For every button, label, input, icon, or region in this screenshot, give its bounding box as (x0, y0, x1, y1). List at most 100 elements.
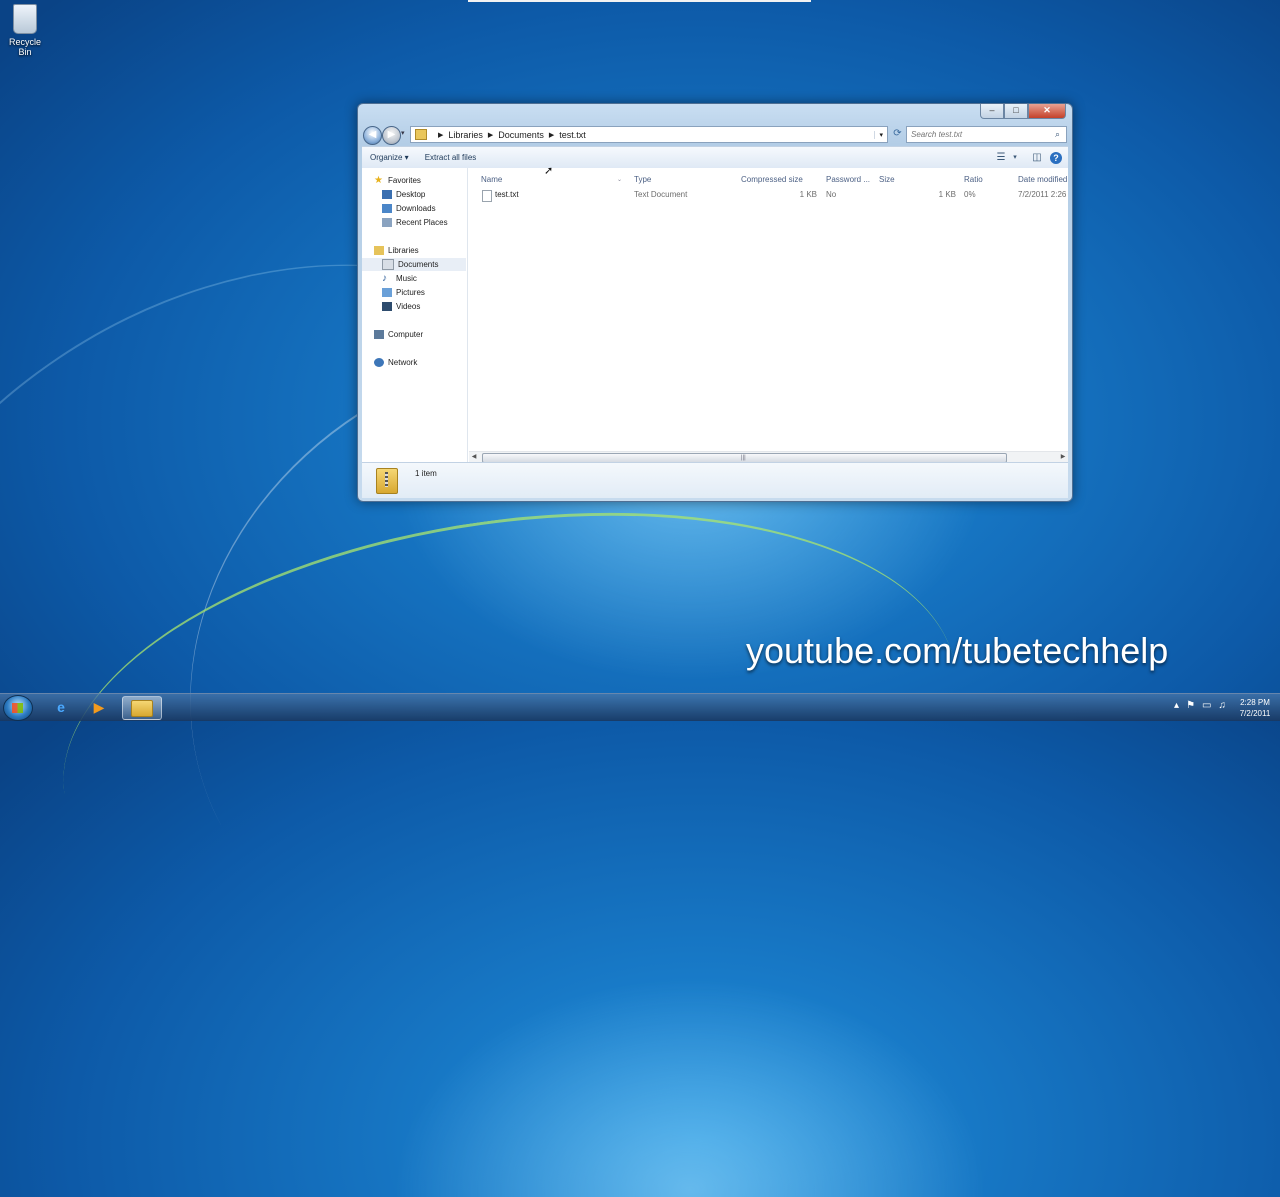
column-header-size[interactable]: Size (879, 173, 895, 187)
watermark-text: youtube.com/tubetechhelp (746, 630, 1169, 671)
file-compressed-size: 1 KB (799, 190, 817, 199)
chevron-right-icon[interactable]: ▶ (488, 131, 493, 139)
desktop-icon-recycle-bin[interactable]: Recycle Bin (2, 4, 48, 57)
column-header-date-modified[interactable]: Date modified (1018, 173, 1067, 187)
file-ratio: 0% (964, 190, 976, 199)
breadcrumb-libraries[interactable]: Libraries (448, 130, 483, 140)
breadcrumb-documents[interactable]: Documents (498, 130, 544, 140)
nav-music-label: Music (396, 274, 417, 283)
star-icon: ★ (374, 175, 383, 186)
taskbar: e ▶ ▴ ⚑ ▭ ♫ 2:28 PM 7/2/2011 (0, 693, 1280, 721)
navigation-pane: ★ Favorites Desktop Downloads Recent Pla… (362, 168, 468, 468)
back-button[interactable]: ◀ (363, 126, 382, 145)
table-row[interactable]: test.txt Text Document 1 KB No 1 KB 0% 7… (469, 188, 1068, 202)
column-header-ratio[interactable]: Ratio (964, 173, 983, 187)
preview-pane-icon[interactable]: ◫ (1028, 150, 1046, 165)
mouse-cursor-icon: ➚ (544, 165, 554, 177)
wallpaper-swoosh (34, 459, 986, 1004)
command-bar: Organize ▾ Extract all files ☰ ▾ ◫ ? (362, 146, 1068, 169)
recent-places-icon (382, 218, 392, 227)
column-header-type[interactable]: Type (634, 173, 651, 187)
nav-documents[interactable]: Documents (362, 258, 466, 271)
nav-libraries[interactable]: Libraries (374, 244, 419, 257)
notification-area: ▴ ⚑ ▭ ♫ (1174, 700, 1226, 711)
taskbar-internet-explorer[interactable]: e (42, 696, 80, 718)
nav-desktop[interactable]: Desktop (382, 188, 425, 201)
grip-icon: ||| (741, 455, 746, 461)
content-area: ★ Favorites Desktop Downloads Recent Pla… (362, 168, 1068, 468)
refresh-icon[interactable]: ⟳ (890, 126, 905, 141)
nav-downloads-label: Downloads (396, 204, 436, 213)
clock-time: 2:28 PM (1240, 698, 1270, 707)
nav-network[interactable]: Network (374, 356, 417, 369)
downloads-icon (382, 204, 392, 213)
breadcrumb-test-txt[interactable]: test.txt (559, 130, 586, 140)
address-dropdown[interactable]: ▾ (874, 130, 887, 139)
taskbar-windows-explorer[interactable] (122, 696, 162, 720)
recycle-bin-label: Recycle Bin (8, 37, 41, 57)
forward-button[interactable]: ▶ (382, 126, 401, 145)
explorer-window: – □ ✕ ◀ ▶ ▾ ▶ Libraries ▶ Documents ▶ te… (357, 103, 1073, 502)
file-name: test.txt (495, 190, 519, 199)
view-options-icon[interactable]: ☰ (992, 150, 1010, 165)
documents-icon (382, 259, 394, 270)
computer-icon (374, 330, 384, 339)
nav-videos[interactable]: Videos (382, 300, 420, 313)
file-password: No (826, 190, 837, 199)
view-dropdown-icon[interactable]: ▾ (1010, 150, 1020, 165)
start-button[interactable] (3, 695, 33, 721)
nav-computer[interactable]: Computer (374, 328, 423, 341)
nav-pictures[interactable]: Pictures (382, 286, 425, 299)
clock[interactable]: 2:28 PM 7/2/2011 (1230, 694, 1280, 721)
volume-icon[interactable]: ♫ (1219, 700, 1227, 711)
nav-favorites[interactable]: ★ Favorites (374, 174, 421, 187)
column-header-name[interactable]: Name (481, 173, 502, 187)
column-header-compressed-size[interactable]: Compressed size (741, 173, 803, 187)
chevron-right-icon[interactable]: ▶ (438, 131, 443, 139)
item-count: 1 item (415, 469, 437, 478)
close-button[interactable]: ✕ (1028, 104, 1066, 119)
recycle-bin-icon (13, 4, 37, 34)
column-header-password[interactable]: Password ... (826, 173, 870, 187)
videos-icon (382, 302, 392, 311)
nav-recent-places[interactable]: Recent Places (382, 216, 448, 229)
nav-documents-label: Documents (398, 260, 439, 269)
media-player-icon: ▶ (93, 698, 105, 715)
search-input[interactable] (907, 130, 1055, 139)
zip-folder-icon (376, 468, 398, 494)
search-icon[interactable]: ⌕ (1055, 129, 1060, 140)
taskbar-media-player[interactable]: ▶ (80, 696, 118, 718)
file-type: Text Document (634, 190, 688, 199)
action-center-icon[interactable]: ⚑ (1186, 700, 1195, 711)
file-list: Name ⌄ Type Compressed size Password ...… (469, 168, 1068, 468)
folder-icon (131, 699, 153, 717)
extract-all-button[interactable]: Extract all files (417, 148, 485, 167)
organize-button[interactable]: Organize ▾ (362, 148, 417, 167)
breadcrumb: ▶ Libraries ▶ Documents ▶ test.txt (433, 130, 586, 140)
file-size: 1 KB (938, 190, 956, 199)
search-box[interactable]: ⌕ (906, 126, 1067, 143)
clock-date: 7/2/2011 (1239, 709, 1271, 718)
network-icon (374, 358, 384, 367)
nav-recent-places-label: Recent Places (396, 218, 448, 227)
nav-music[interactable]: ♪ Music (382, 272, 417, 285)
chevron-right-icon[interactable]: ▶ (549, 131, 554, 139)
top-edge-bar (468, 0, 811, 2)
network-status-icon[interactable]: ▭ (1202, 700, 1211, 711)
nav-pictures-label: Pictures (396, 288, 425, 297)
internet-explorer-icon: e (57, 699, 65, 715)
nav-videos-label: Videos (396, 302, 421, 311)
desktop-icon (382, 190, 392, 199)
nav-favorites-label: Favorites (388, 176, 421, 185)
details-pane: 1 item (362, 462, 1068, 498)
pictures-icon (382, 288, 392, 297)
text-file-icon (482, 190, 492, 202)
help-icon[interactable]: ? (1050, 151, 1062, 164)
maximize-button[interactable]: □ (1004, 104, 1028, 119)
show-hidden-icons-icon[interactable]: ▴ (1174, 700, 1179, 711)
nav-computer-label: Computer (388, 330, 424, 339)
minimize-button[interactable]: – (980, 104, 1004, 119)
recent-pages-dropdown[interactable]: ▾ (401, 129, 405, 137)
nav-downloads[interactable]: Downloads (382, 202, 436, 215)
address-bar[interactable]: ▶ Libraries ▶ Documents ▶ test.txt ▾ (410, 126, 888, 143)
